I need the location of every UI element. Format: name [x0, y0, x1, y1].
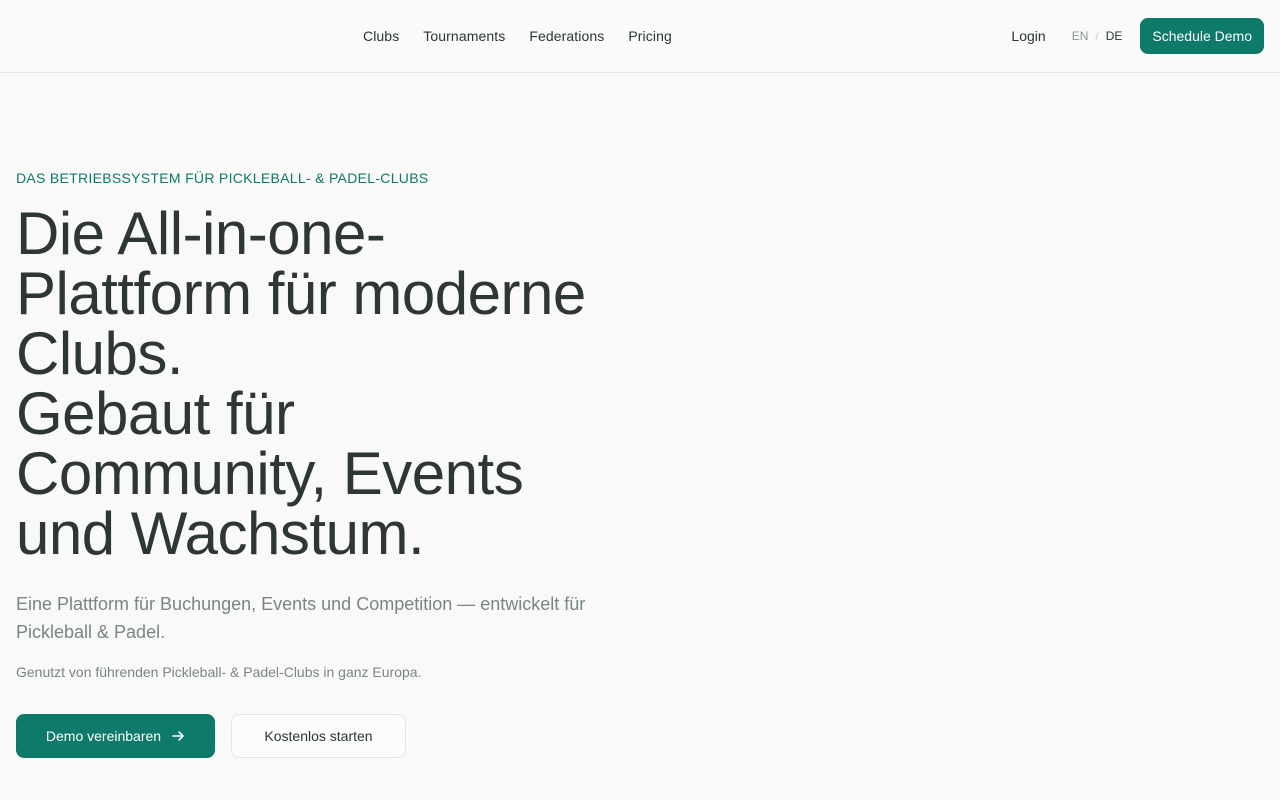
hero-section: DAS BETRIEBSSYSTEM FÜR PICKLEBALL- & PAD… — [16, 168, 616, 758]
hero-trust-line: Genutzt von führenden Pickleball- & Pade… — [16, 664, 422, 680]
nav-link-pricing[interactable]: Pricing — [616, 28, 684, 44]
language-option-de[interactable]: DE — [1106, 29, 1123, 43]
headline-line: Die All-in-one- — [16, 200, 386, 267]
nav-link-clubs[interactable]: Clubs — [351, 28, 411, 44]
arrow-right-icon — [171, 729, 185, 743]
main-nav: Clubs Tournaments Federations Pricing — [351, 0, 684, 72]
nav-link-tournaments[interactable]: Tournaments — [411, 28, 517, 44]
hero-actions: Demo vereinbaren Kostenlos starten — [16, 714, 616, 758]
nav-link-federations[interactable]: Federations — [517, 28, 616, 44]
kostenlos-starten-button[interactable]: Kostenlos starten — [231, 714, 406, 758]
demo-vereinbaren-button[interactable]: Demo vereinbaren — [16, 714, 215, 758]
demo-vereinbaren-label: Demo vereinbaren — [45, 728, 162, 744]
language-separator: / — [1095, 29, 1099, 43]
hero-headline: Die All-in-one- Plattform für moderne Cl… — [16, 204, 616, 564]
headline-line: Gebaut für — [16, 380, 295, 447]
headline-line: und Wachstum. — [16, 500, 425, 567]
language-option-en[interactable]: EN — [1072, 29, 1089, 43]
headline-line: Community, Events — [16, 440, 524, 507]
hero-subheadline: Eine Plattform für Buchungen, Events und… — [16, 594, 586, 642]
language-switcher: EN / DE — [1072, 29, 1123, 43]
headline-line: Plattform für moderne — [16, 260, 586, 327]
hero-eyebrow: DAS BETRIEBSSYSTEM FÜR PICKLEBALL- & PAD… — [16, 170, 429, 186]
headline-line: Clubs. — [16, 320, 184, 387]
schedule-demo-button[interactable]: Schedule Demo — [1140, 18, 1264, 54]
login-link[interactable]: Login — [1011, 28, 1045, 44]
header-actions: Login EN / DE Schedule Demo — [1011, 0, 1264, 72]
top-navigation-bar: Clubs Tournaments Federations Pricing Lo… — [0, 0, 1280, 73]
